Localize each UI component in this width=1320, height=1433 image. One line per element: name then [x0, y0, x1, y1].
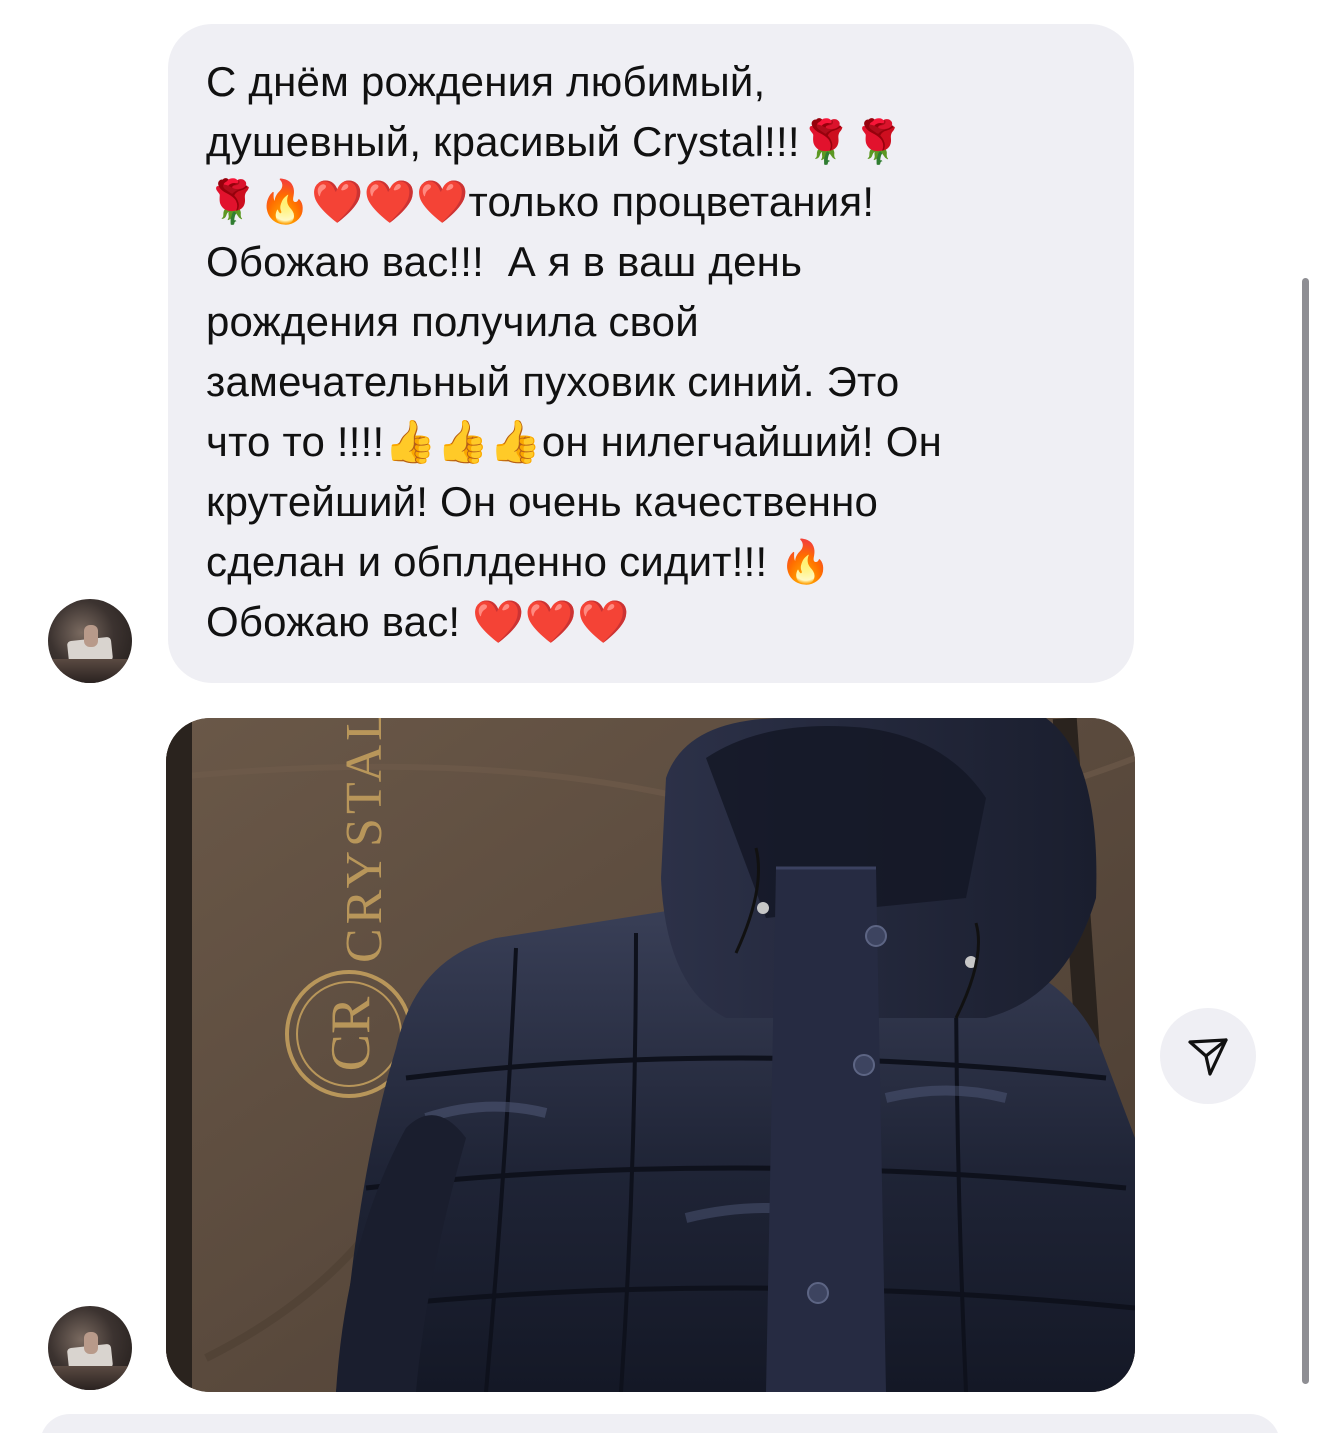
scrollbar[interactable] — [1302, 278, 1309, 1384]
message-line: крутейший! Он очень качественно — [206, 478, 879, 525]
message-line: Обожаю вас!!! А я в ваш день — [206, 238, 803, 285]
brand-text: CRYSTAL — [336, 718, 393, 963]
message-line: С днём рождения любимый, — [206, 58, 766, 105]
jacket-photo-image: CR CRYSTAL — [166, 718, 1135, 1392]
message-line: замечательный пуховик синий. Это — [206, 358, 900, 405]
message-line: Обожаю вас! ❤️❤️❤️ — [206, 598, 630, 645]
chat-screen: С днём рождения любимый, душевный, краси… — [0, 0, 1320, 1433]
message-line: что то !!!!👍👍👍он нилегчайший! Он — [206, 418, 943, 465]
share-button[interactable] — [1160, 1008, 1256, 1104]
message-line: 🌹🔥❤️❤️❤️только процветания! — [206, 178, 875, 225]
message-line: душевный, красивый Crystal!!!🌹🌹 — [206, 118, 905, 165]
next-message-bubble[interactable] — [40, 1414, 1280, 1433]
brand-mark-text: CR — [320, 996, 382, 1071]
paper-plane-icon — [1188, 1038, 1228, 1076]
sender-avatar[interactable] — [48, 599, 132, 683]
message-text: С днём рождения любимый, душевный, краси… — [206, 52, 1094, 652]
message-bubble[interactable]: С днём рождения любимый, душевный, краси… — [168, 24, 1134, 683]
sender-avatar[interactable] — [48, 1306, 132, 1390]
message-line: рождения получила свой — [206, 298, 699, 345]
message-photo[interactable]: CR CRYSTAL — [166, 718, 1135, 1392]
message-line: сделан и обплденно сидит!!! 🔥 — [206, 538, 832, 585]
